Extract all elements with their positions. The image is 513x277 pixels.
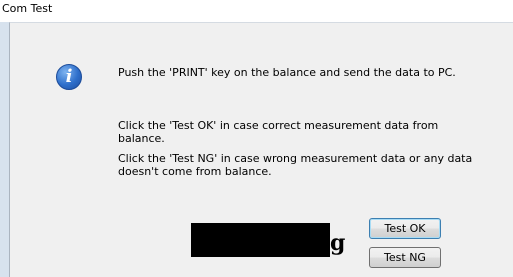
test-ng-button[interactable]: Test NG bbox=[369, 247, 441, 268]
window-frame-left bbox=[0, 22, 9, 277]
com-test-window: Com Test i Push the 'PRINT' key on the b… bbox=[0, 0, 513, 277]
weight-value-display bbox=[191, 223, 330, 257]
instruction-test-ng-message: Click the 'Test NG' in case wrong measur… bbox=[118, 152, 473, 178]
info-icon: i bbox=[56, 64, 82, 90]
instruction-print-message: Push the 'PRINT' key on the balance and … bbox=[118, 66, 456, 79]
instruction-test-ok-message: Click the 'Test OK' in case correct meas… bbox=[118, 119, 439, 145]
weight-unit-label: g bbox=[330, 230, 346, 256]
test-ok-button[interactable]: Test OK bbox=[369, 218, 441, 239]
title-bar: Com Test bbox=[0, 0, 513, 22]
window-title: Com Test bbox=[2, 2, 53, 15]
